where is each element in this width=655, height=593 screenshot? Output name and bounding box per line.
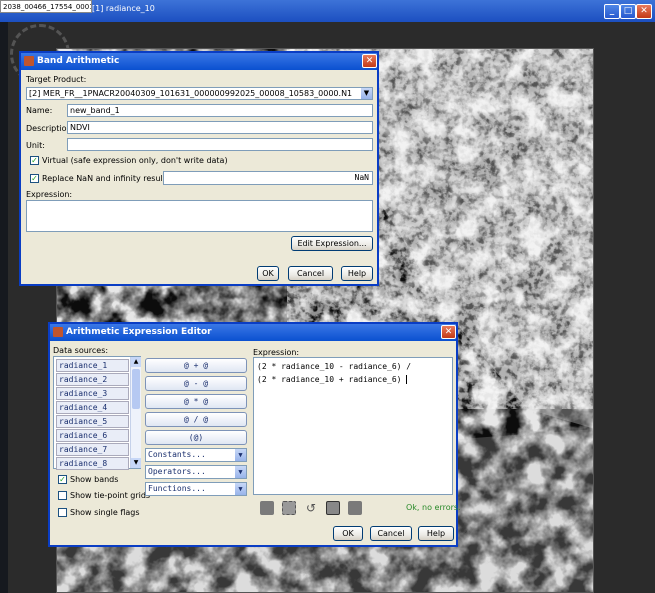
show-tiepoint-checkbox[interactable] bbox=[58, 491, 67, 500]
cancel-button[interactable]: Cancel bbox=[288, 266, 333, 281]
list-item[interactable]: radiance_8 bbox=[56, 457, 129, 470]
show-tiepoint-label: Show tie-point grids bbox=[70, 491, 151, 500]
virtual-checkbox[interactable]: ✓ bbox=[30, 156, 39, 165]
unit-label: Unit: bbox=[26, 141, 45, 150]
functions-combo[interactable]: Functions... ▼ bbox=[145, 482, 247, 496]
app-icon bbox=[53, 327, 63, 337]
list-item[interactable]: radiance_4 bbox=[56, 401, 129, 414]
show-flags-checkbox[interactable] bbox=[58, 508, 67, 517]
undo-icon[interactable]: ↺ bbox=[304, 501, 318, 515]
divide-operator-button[interactable]: @ / @ bbox=[145, 412, 247, 427]
image-name-tab[interactable]: 2038_00466_17554_0001 bbox=[0, 0, 92, 13]
close-icon[interactable]: ✕ bbox=[636, 4, 652, 19]
maximize-icon[interactable]: □ bbox=[620, 4, 636, 19]
list-item[interactable]: radiance_5 bbox=[56, 415, 129, 428]
target-product-select[interactable]: [2] MER_FR__1PNACR20040309_101631_000000… bbox=[26, 87, 373, 100]
unit-field[interactable] bbox=[67, 138, 373, 151]
expression-editor-dialog: Arithmetic Expression Editor ✕ Data sour… bbox=[48, 322, 461, 547]
chevron-down-icon[interactable]: ▼ bbox=[235, 449, 246, 461]
multiply-operator-button[interactable]: @ * @ bbox=[145, 394, 247, 409]
scrollbar[interactable]: ▲ ▼ bbox=[130, 357, 141, 468]
replace-nan-checkbox[interactable]: ✓ bbox=[30, 174, 39, 183]
history-icon[interactable] bbox=[326, 501, 340, 515]
band-arithmetic-title-bar: Band Arithmetic ✕ bbox=[21, 53, 377, 70]
expression-text-area[interactable]: (2 * radiance_10 - radiance_6) / (2 * ra… bbox=[253, 357, 453, 495]
list-item[interactable]: radiance_7 bbox=[56, 443, 129, 456]
expression-line-2: (2 * radiance_10 + radiance_6) bbox=[257, 375, 402, 384]
status-text: Ok, no errors. bbox=[406, 503, 461, 512]
target-product-label: Target Product: bbox=[26, 75, 87, 84]
format-icon[interactable] bbox=[260, 501, 274, 515]
list-item[interactable]: radiance_6 bbox=[56, 429, 129, 442]
constants-combo-label: Constants... bbox=[148, 450, 206, 459]
expression-area[interactable] bbox=[26, 200, 373, 232]
operators-combo-label: Operators... bbox=[148, 467, 206, 476]
expression-line-1: (2 * radiance_10 - radiance_6) / bbox=[257, 362, 412, 371]
virtual-label: Virtual (safe expression only, don't wri… bbox=[42, 156, 228, 165]
chevron-down-icon[interactable]: ▼ bbox=[235, 466, 246, 478]
show-flags-label: Show single flags bbox=[70, 508, 140, 517]
main-window-title: [1] radiance_10 bbox=[92, 4, 155, 13]
text-cursor bbox=[405, 375, 407, 384]
edit-expression-button[interactable]: Edit Expression... bbox=[291, 236, 373, 251]
list-item[interactable]: radiance_3 bbox=[56, 387, 129, 400]
expression-editor-label: Expression: bbox=[253, 348, 300, 357]
band-arithmetic-title: Band Arithmetic bbox=[37, 56, 120, 66]
left-panel-strip bbox=[0, 22, 8, 593]
select-icon[interactable] bbox=[282, 501, 296, 515]
app-icon bbox=[24, 56, 34, 66]
redo-icon[interactable] bbox=[348, 501, 362, 515]
name-label: Name: bbox=[26, 106, 53, 115]
description-field[interactable]: NDVI bbox=[67, 121, 373, 134]
operators-combo[interactable]: Operators... ▼ bbox=[145, 465, 247, 479]
close-icon[interactable]: ✕ bbox=[441, 325, 456, 339]
list-item[interactable]: radiance_2 bbox=[56, 373, 129, 386]
main-title-bar: 2038_00466_17554_0001 [1] radiance_10 _ … bbox=[0, 0, 655, 22]
data-sources-label: Data sources: bbox=[53, 346, 109, 355]
name-field[interactable]: new_band_1 bbox=[67, 104, 373, 117]
band-arithmetic-dialog: Band Arithmetic ✕ Target Product: [2] ME… bbox=[19, 51, 379, 286]
replace-nan-label: Replace NaN and infinity results by bbox=[42, 174, 183, 183]
chevron-down-icon[interactable]: ▼ bbox=[235, 483, 246, 495]
cancel-button[interactable]: Cancel bbox=[370, 526, 412, 541]
minimize-icon[interactable]: _ bbox=[604, 4, 620, 19]
constants-combo[interactable]: Constants... ▼ bbox=[145, 448, 247, 462]
show-bands-label: Show bands bbox=[70, 475, 119, 484]
help-button[interactable]: Help bbox=[341, 266, 373, 281]
show-bands-checkbox[interactable]: ✓ bbox=[58, 475, 67, 484]
expression-editor-title: Arithmetic Expression Editor bbox=[66, 327, 212, 337]
chevron-down-icon[interactable]: ▼ bbox=[361, 88, 372, 99]
scroll-up-icon[interactable]: ▲ bbox=[131, 357, 141, 367]
scroll-down-icon[interactable]: ▼ bbox=[131, 458, 141, 468]
subtract-operator-button[interactable]: @ - @ bbox=[145, 376, 247, 391]
target-product-value: [2] MER_FR__1PNACR20040309_101631_000000… bbox=[29, 89, 353, 98]
close-icon[interactable]: ✕ bbox=[362, 54, 377, 68]
scroll-thumb[interactable] bbox=[132, 369, 140, 409]
replace-value-field[interactable]: NaN bbox=[163, 171, 373, 185]
expression-editor-title-bar: Arithmetic Expression Editor ✕ bbox=[50, 324, 456, 341]
parentheses-operator-button[interactable]: (@) bbox=[145, 430, 247, 445]
ok-button[interactable]: OK bbox=[333, 526, 363, 541]
help-button[interactable]: Help bbox=[418, 526, 454, 541]
functions-combo-label: Functions... bbox=[148, 484, 206, 493]
add-operator-button[interactable]: @ + @ bbox=[145, 358, 247, 373]
expression-label: Expression: bbox=[26, 190, 73, 199]
data-sources-list[interactable]: radiance_1 radiance_2 radiance_3 radianc… bbox=[53, 356, 141, 470]
list-item[interactable]: radiance_1 bbox=[56, 359, 129, 372]
ok-button[interactable]: OK bbox=[257, 266, 279, 281]
